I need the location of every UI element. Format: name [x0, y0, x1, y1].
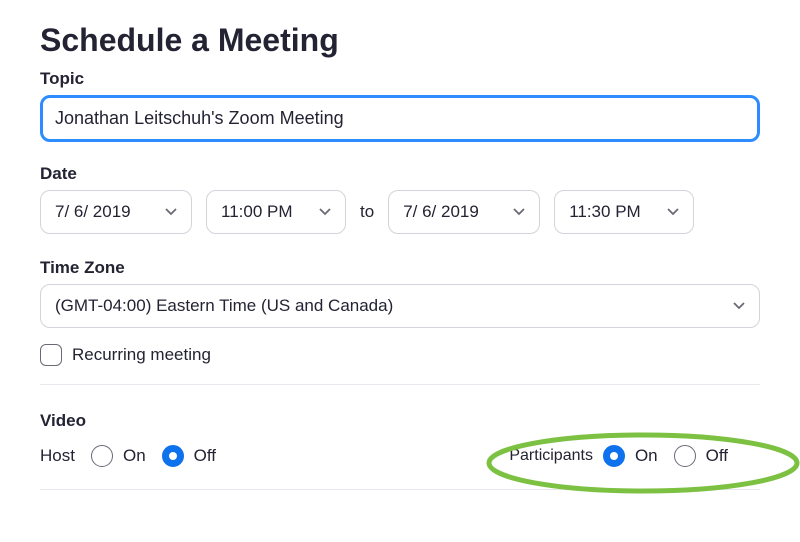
to-label: to — [360, 202, 374, 222]
host-on-label: On — [123, 446, 146, 466]
video-row: Host On Off Participants On Off — [40, 439, 760, 490]
date-label: Date — [40, 164, 760, 184]
chevron-down-icon — [319, 207, 331, 217]
participants-video-group: Participants On Off — [483, 439, 760, 473]
participants-on-label: On — [635, 446, 658, 466]
start-time-value: 11:00 PM — [221, 202, 293, 222]
timezone-value: (GMT-04:00) Eastern Time (US and Canada) — [55, 296, 393, 316]
participants-on-radio[interactable] — [603, 445, 625, 467]
end-date-select[interactable]: 7/ 6/ 2019 — [388, 190, 540, 234]
host-label: Host — [40, 446, 75, 466]
chevron-down-icon — [165, 207, 177, 217]
participants-off-label: Off — [706, 446, 728, 466]
chevron-down-icon — [513, 207, 525, 217]
recurring-label: Recurring meeting — [72, 345, 211, 365]
recurring-checkbox[interactable] — [40, 344, 62, 366]
date-row: 7/ 6/ 2019 11:00 PM to 7/ 6/ 2019 11:30 … — [40, 190, 760, 234]
host-on-radio[interactable] — [91, 445, 113, 467]
recurring-row: Recurring meeting — [40, 344, 760, 385]
start-date-value: 7/ 6/ 2019 — [55, 202, 131, 222]
end-time-value: 11:30 PM — [569, 202, 641, 222]
topic-label: Topic — [40, 69, 760, 89]
timezone-label: Time Zone — [40, 258, 760, 278]
video-label: Video — [40, 411, 760, 431]
topic-input[interactable] — [40, 95, 760, 142]
timezone-select[interactable]: (GMT-04:00) Eastern Time (US and Canada) — [40, 284, 760, 328]
page-title: Schedule a Meeting — [40, 22, 760, 59]
participants-off-radio[interactable] — [674, 445, 696, 467]
chevron-down-icon — [733, 301, 745, 311]
host-off-radio[interactable] — [162, 445, 184, 467]
chevron-down-icon — [667, 207, 679, 217]
end-date-value: 7/ 6/ 2019 — [403, 202, 479, 222]
end-time-select[interactable]: 11:30 PM — [554, 190, 694, 234]
participants-label: Participants — [509, 447, 593, 465]
start-time-select[interactable]: 11:00 PM — [206, 190, 346, 234]
host-off-label: Off — [194, 446, 216, 466]
host-video-group: Host On Off — [40, 445, 222, 467]
start-date-select[interactable]: 7/ 6/ 2019 — [40, 190, 192, 234]
